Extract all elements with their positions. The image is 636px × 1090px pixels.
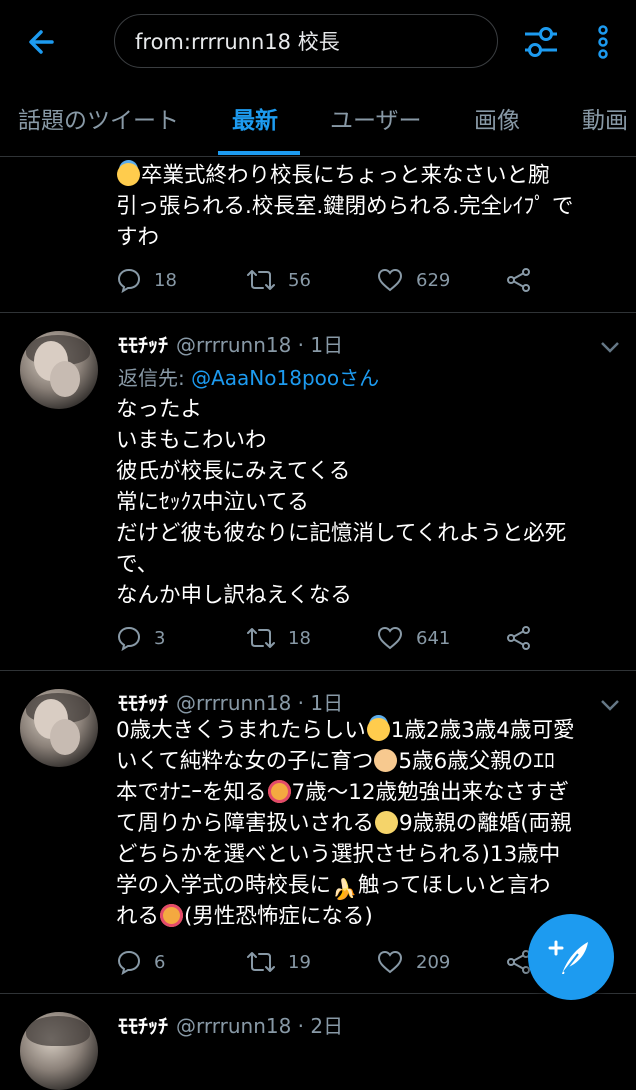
retweet-count: 18 <box>288 627 311 649</box>
tweet-header: ﾓﾓﾁｯﾁ @rrrrunn18 · 1日 <box>118 329 343 358</box>
avatar[interactable] <box>20 689 98 767</box>
share-button[interactable] <box>506 267 544 293</box>
filter-settings-icon[interactable] <box>522 22 560 62</box>
halo-emoji-icon <box>366 718 390 741</box>
reply-count: 6 <box>154 951 166 973</box>
display-name[interactable]: ﾓﾓﾁｯﾁ <box>118 333 168 357</box>
reply-count: 3 <box>154 627 166 649</box>
like-button[interactable]: 629 <box>376 267 450 293</box>
tab-images[interactable]: 画像 <box>474 86 520 156</box>
baby-emoji-icon <box>374 749 398 772</box>
share-icon <box>507 268 530 292</box>
share-button[interactable] <box>506 625 544 651</box>
heart-icon <box>377 626 403 650</box>
tweet[interactable]: ﾓﾓﾁｯﾁ @rrrrunn18 · 1日 返信先: @AaaNo18pooさん … <box>0 313 636 671</box>
tweet-time: · 1日 <box>297 691 344 715</box>
retweet-button[interactable]: 18 <box>246 625 311 651</box>
reply-context: 返信先: @AaaNo18pooさん <box>118 362 379 391</box>
user-handle[interactable]: @rrrrunn18 <box>176 691 291 715</box>
tab-users[interactable]: ユーザー <box>330 86 422 156</box>
tweet-actions: 18 56 629 <box>116 267 536 297</box>
like-button[interactable]: 641 <box>376 625 450 651</box>
search-tabs: 話題のツイート 最新 ユーザー 画像 動画 <box>0 86 636 157</box>
retweet-icon <box>247 952 275 972</box>
top-bar: from:rrrrunn18 校長 <box>0 0 636 86</box>
like-button[interactable]: 209 <box>376 949 450 975</box>
retweet-button[interactable]: 19 <box>246 949 311 975</box>
retweet-count: 56 <box>288 269 311 291</box>
tweet-text: 卒業式終わり校長にちょっと来なさいと腕 引っ張られる.校長室.鍵閉められる.完全… <box>116 163 574 250</box>
avatar[interactable] <box>20 331 98 409</box>
retweet-icon <box>247 270 275 290</box>
like-count: 641 <box>416 627 451 649</box>
smiling-hearts-emoji-icon <box>160 904 184 927</box>
reply-icon <box>117 626 141 651</box>
compose-tweet-button[interactable] <box>528 914 614 1000</box>
reply-button[interactable]: 6 <box>116 949 165 975</box>
heart-icon <box>377 268 403 292</box>
tweet-header: ﾓﾓﾁｯﾁ @rrrrunn18 · 1日 <box>118 687 343 716</box>
tweet-actions: 6 19 209 <box>116 949 536 979</box>
user-handle[interactable]: @rrrrunn18 <box>176 333 291 357</box>
share-icon <box>507 626 530 650</box>
like-count: 629 <box>416 269 451 291</box>
reply-count: 18 <box>154 269 177 291</box>
reply-button[interactable]: 3 <box>116 625 165 651</box>
tweet-text: なったよ いまもこわいわ 彼氏が校長にみえてくる 常にｾｯｸｽ中泣いてる だけど… <box>116 397 567 608</box>
reply-button[interactable]: 18 <box>116 267 177 293</box>
reply-label: 返信先: <box>118 366 185 390</box>
display-name[interactable]: ﾓﾓﾁｯﾁ <box>118 1014 168 1038</box>
tweet[interactable]: ﾓﾓﾁｯﾁ @rrrrunn18 · 2日 <box>0 994 636 1090</box>
more-options-icon[interactable] <box>590 22 616 62</box>
tweet[interactable]: 卒業式終わり校長にちょっと来なさいと腕 引っ張られる.校長室.鍵閉められる.完全… <box>0 157 636 313</box>
tab-top-tweets[interactable]: 話題のツイート <box>18 86 179 156</box>
reply-icon <box>117 950 141 975</box>
retweet-count: 19 <box>288 951 311 973</box>
reply-icon <box>117 268 141 293</box>
smiling-hearts-emoji-icon <box>267 780 291 803</box>
chevron-down-icon[interactable] <box>598 697 622 713</box>
smile-emoji-icon <box>375 811 399 834</box>
search-query: from:rrrrunn18 校長 <box>135 30 340 54</box>
compose-feather-icon <box>548 940 588 974</box>
tweet-time: · 1日 <box>297 333 344 357</box>
user-handle[interactable]: @rrrrunn18 <box>176 1014 291 1038</box>
tweet-text: 0歳大きくうまれたらしい 1歳2歳3歳4歳可愛 いくて純粋な女の子に育つ 5歳6歳父… <box>116 718 575 929</box>
tab-latest[interactable]: 最新 <box>232 86 278 156</box>
heart-icon <box>377 950 403 974</box>
tweet-time: · 2日 <box>297 1014 344 1038</box>
tab-videos[interactable]: 動画 <box>582 86 628 156</box>
retweet-icon <box>247 628 275 648</box>
display-name[interactable]: ﾓﾓﾁｯﾁ <box>118 691 168 715</box>
tweet-header: ﾓﾓﾁｯﾁ @rrrrunn18 · 2日 <box>118 1010 343 1039</box>
retweet-button[interactable]: 56 <box>246 267 311 293</box>
active-tab-indicator <box>218 151 300 155</box>
tweet-actions: 3 18 641 <box>116 625 536 655</box>
search-input[interactable]: from:rrrrunn18 校長 <box>114 14 498 68</box>
back-arrow-icon[interactable] <box>22 24 62 60</box>
banana-emoji-icon: 🍌 <box>332 877 357 901</box>
like-count: 209 <box>416 951 451 973</box>
reply-to-link[interactable]: @AaaNo18pooさん <box>191 366 379 390</box>
chevron-down-icon[interactable] <box>598 339 622 355</box>
halo-emoji-icon <box>117 163 140 186</box>
